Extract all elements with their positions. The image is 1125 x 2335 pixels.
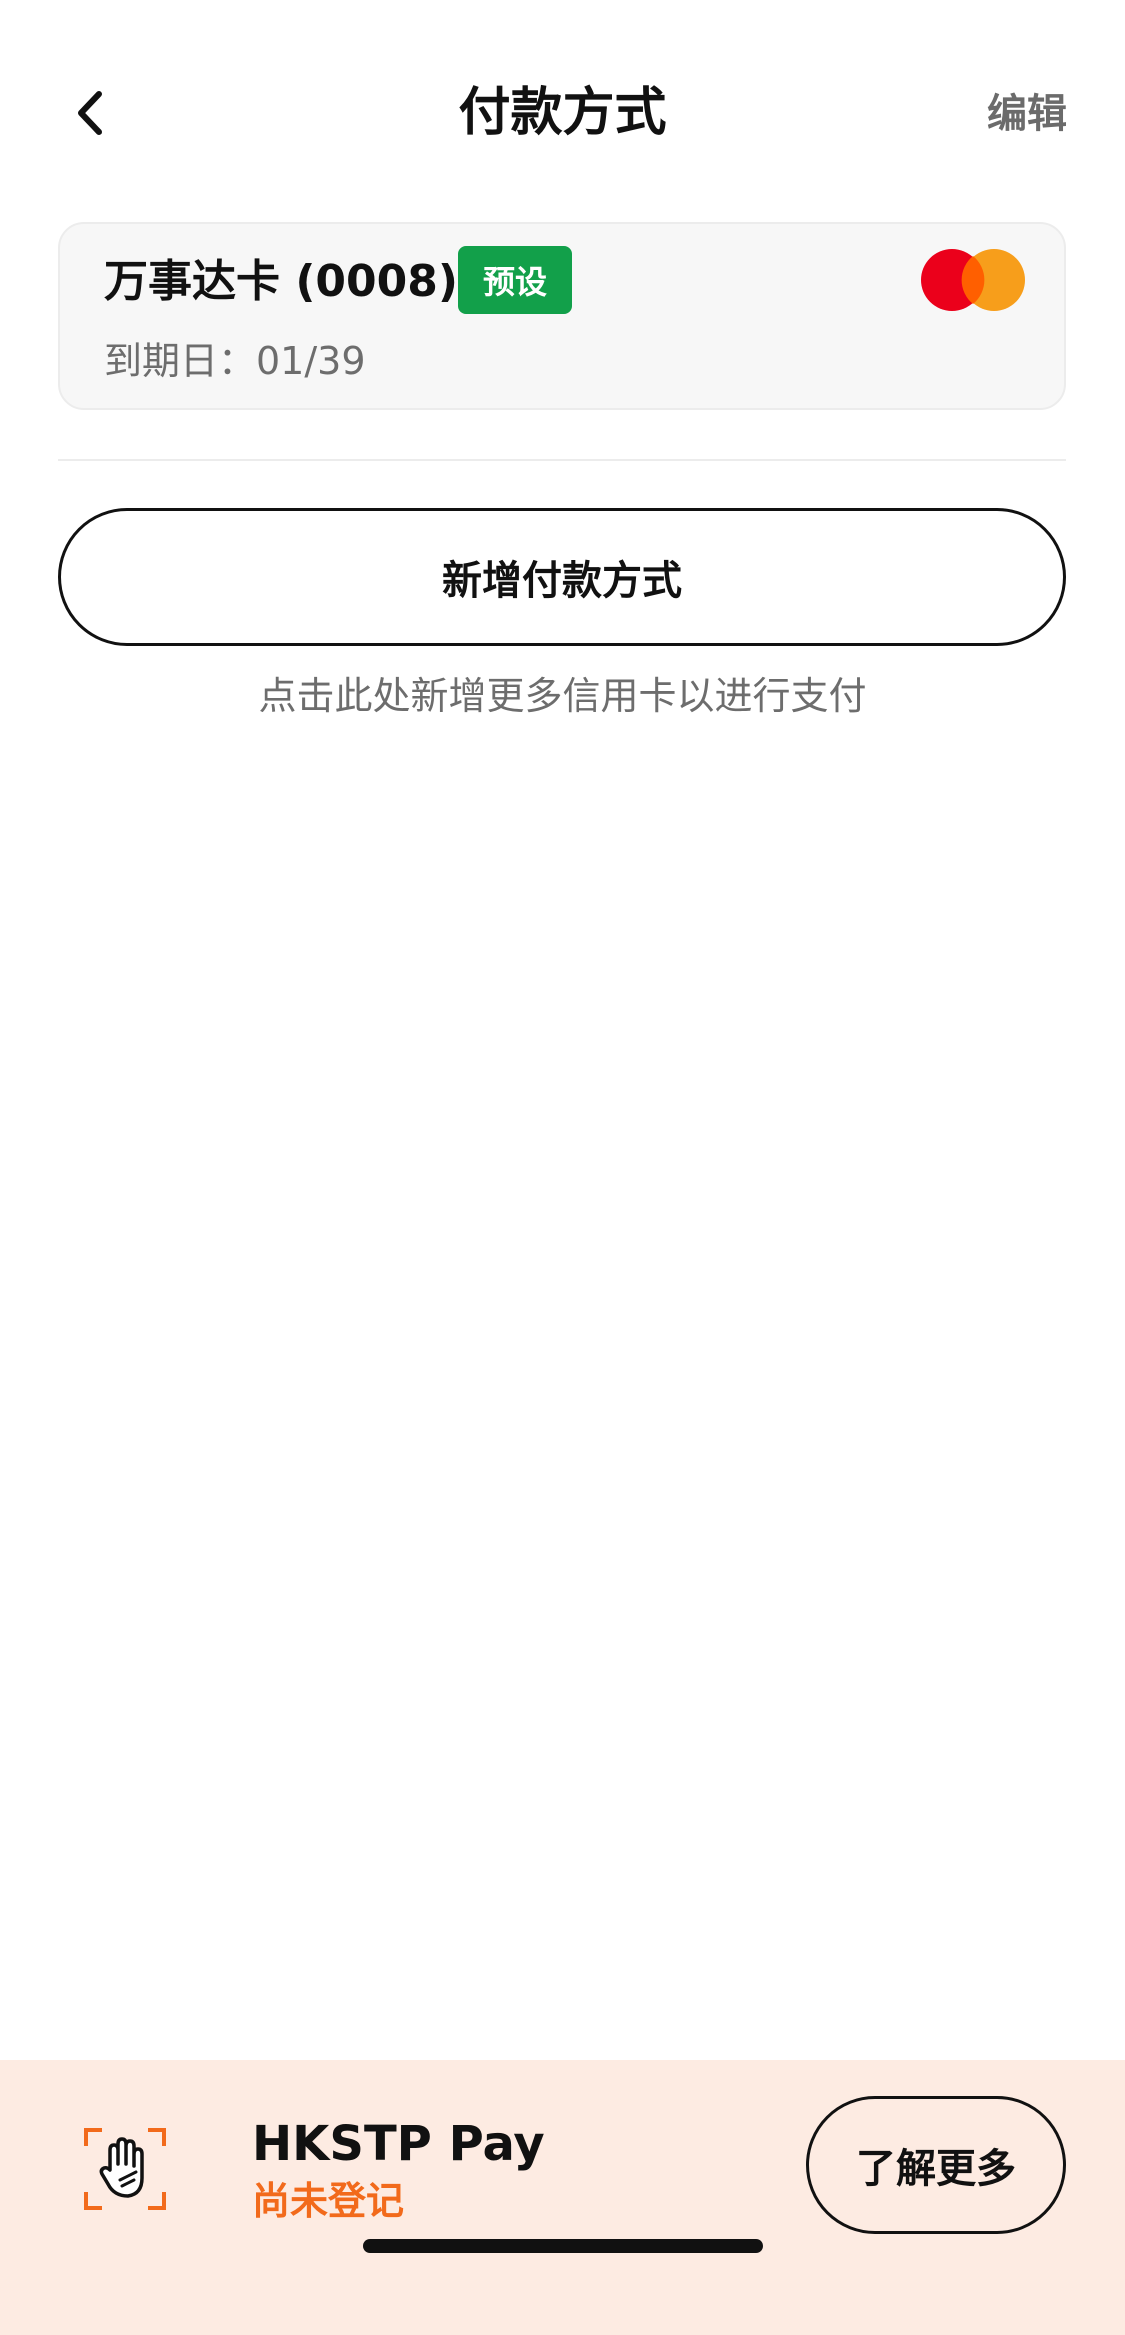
edit-button[interactable]: 编辑 xyxy=(987,86,1067,142)
page-title: 付款方式 xyxy=(458,83,667,143)
add-payment-hint: 点击此处新增更多信用卡以进行支付 xyxy=(258,674,867,718)
hkstp-pay-banner: HKSTP Pay 尚未登记 了解更多 xyxy=(0,2060,1125,2335)
payment-card-item[interactable]: 万事达卡 (0008) 预设 到期日：01/39 xyxy=(58,222,1066,410)
mastercard-icon xyxy=(921,249,1025,311)
banner-title: HKSTP Pay xyxy=(252,2116,545,2172)
divider xyxy=(58,459,1066,461)
add-payment-method-button[interactable]: 新增付款方式 xyxy=(58,508,1066,646)
learn-more-button[interactable]: 了解更多 xyxy=(806,2096,1066,2234)
banner-status: 尚未登记 xyxy=(252,2179,405,2223)
card-name: 万事达卡 (0008) xyxy=(104,256,458,307)
default-badge: 预设 xyxy=(458,246,572,314)
palm-scan-icon xyxy=(84,2128,166,2210)
header: 付款方式 编辑 xyxy=(0,0,1125,220)
home-indicator[interactable] xyxy=(363,2239,763,2253)
card-expiry: 到期日：01/39 xyxy=(104,339,366,383)
